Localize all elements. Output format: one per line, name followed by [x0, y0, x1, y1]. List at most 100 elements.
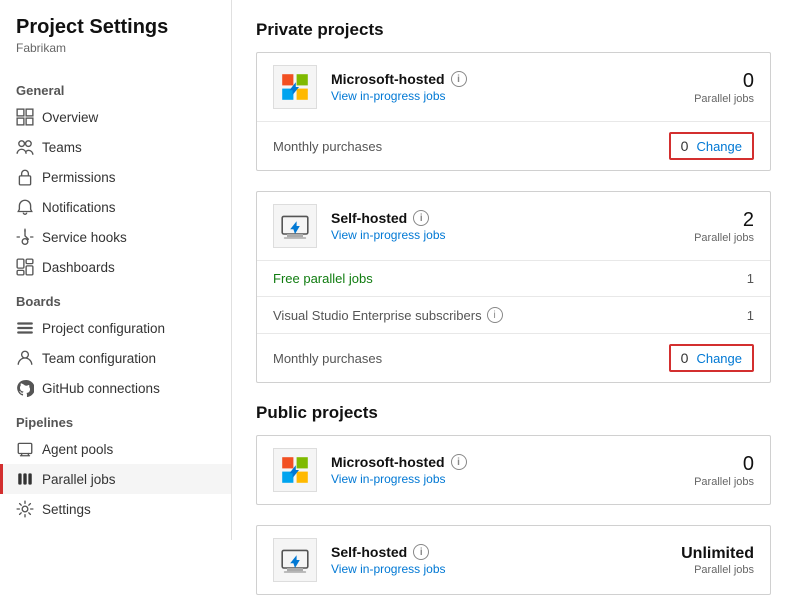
main-content: Private projects Microsoft-hosted i View… [232, 0, 795, 609]
sidebar-label-parallel-jobs: Parallel jobs [42, 472, 116, 487]
public-microsoft-stat: 0 Parallel jobs [654, 452, 754, 488]
public-self-info-icon[interactable]: i [413, 544, 429, 560]
sidebar-label-dashboards: Dashboards [42, 260, 115, 275]
private-self-free-label: Free parallel jobs [273, 271, 654, 286]
sidebar: Project Settings Fabrikam General Overvi… [0, 0, 232, 609]
sidebar-label-project-configuration: Project configuration [42, 321, 165, 336]
sidebar-item-dashboards[interactable]: Dashboards [0, 252, 231, 282]
private-self-free-row: Free parallel jobs 1 [257, 261, 770, 297]
public-microsoft-info-icon[interactable]: i [451, 454, 467, 470]
private-self-label: Parallel jobs [654, 232, 754, 244]
sidebar-item-github-connections[interactable]: GitHub connections [0, 373, 231, 403]
public-microsoft-count: 0 [654, 452, 754, 476]
sidebar-label-teams: Teams [42, 140, 82, 155]
private-microsoft-info: Microsoft-hosted i View in-progress jobs [331, 71, 654, 103]
private-self-change-group: 0 Change [669, 344, 754, 372]
vs-info-icon[interactable]: i [487, 307, 503, 323]
sidebar-label-settings: Settings [42, 502, 91, 517]
sidebar-item-overview[interactable]: Overview [0, 102, 231, 132]
private-self-stat: 2 Parallel jobs [654, 208, 754, 244]
public-microsoft-header-row: Microsoft-hosted i View in-progress jobs… [257, 436, 770, 504]
project-settings-subtitle: Fabrikam [0, 41, 231, 71]
private-microsoft-stat: 0 Parallel jobs [654, 69, 754, 105]
private-self-name: Self-hosted [331, 210, 407, 226]
sidebar-item-project-configuration[interactable]: Project configuration [0, 313, 231, 343]
private-microsoft-name: Microsoft-hosted [331, 71, 445, 87]
sidebar-label-overview: Overview [42, 110, 98, 125]
sidebar-item-permissions[interactable]: Permissions [0, 162, 231, 192]
private-microsoft-label: Parallel jobs [654, 93, 754, 105]
sidebar-item-agent-pools[interactable]: Agent pools [0, 434, 231, 464]
private-microsoft-icon [273, 65, 317, 109]
project-settings-title: Project Settings [0, 16, 231, 41]
public-self-card: Self-hosted i View in-progress jobs Unli… [256, 525, 771, 595]
sidebar-item-team-configuration[interactable]: Team configuration [0, 343, 231, 373]
private-microsoft-info-icon[interactable]: i [451, 71, 467, 87]
private-self-vs-label: Visual Studio Enterprise subscribers i [273, 307, 654, 323]
section-boards: Boards [0, 282, 231, 313]
private-self-info-icon[interactable]: i [413, 210, 429, 226]
private-self-count: 2 [654, 208, 754, 232]
teams-icon [16, 138, 34, 156]
private-self-vs-value: 1 [654, 308, 754, 323]
hook-icon [16, 228, 34, 246]
public-section-title: Public projects [256, 403, 771, 423]
sidebar-item-settings[interactable]: Settings [0, 494, 231, 524]
sidebar-label-permissions: Permissions [42, 170, 116, 185]
private-self-info: Self-hosted i View in-progress jobs [331, 210, 654, 242]
private-self-change-button[interactable]: Change [696, 351, 742, 366]
public-self-label: Parallel jobs [654, 564, 754, 576]
agent-icon [16, 440, 34, 458]
private-microsoft-monthly-label: Monthly purchases [273, 139, 669, 154]
lock-icon [16, 168, 34, 186]
sidebar-label-team-configuration: Team configuration [42, 351, 156, 366]
github-icon [16, 379, 34, 397]
sidebar-label-service-hooks: Service hooks [42, 230, 127, 245]
private-self-monthly-value: 0 [681, 350, 689, 366]
public-microsoft-card: Microsoft-hosted i View in-progress jobs… [256, 435, 771, 505]
bell-icon [16, 198, 34, 216]
private-microsoft-change-group: 0 Change [669, 132, 754, 160]
private-microsoft-header-row: Microsoft-hosted i View in-progress jobs… [257, 53, 770, 122]
private-self-monthly-row: Monthly purchases 0 Change [257, 334, 770, 382]
grid-icon [16, 108, 34, 126]
sidebar-label-agent-pools: Agent pools [42, 442, 113, 457]
section-pipelines: Pipelines [0, 403, 231, 434]
sidebar-item-teams[interactable]: Teams [0, 132, 231, 162]
sidebar-label-github-connections: GitHub connections [42, 381, 160, 396]
private-microsoft-change-button[interactable]: Change [696, 139, 742, 154]
settings-icon [16, 500, 34, 518]
private-self-view-link[interactable]: View in-progress jobs [331, 228, 446, 242]
private-microsoft-view-link[interactable]: View in-progress jobs [331, 89, 446, 103]
public-self-count: Unlimited [654, 544, 754, 563]
public-microsoft-name: Microsoft-hosted [331, 454, 445, 470]
private-microsoft-monthly-row: Monthly purchases 0 Change [257, 122, 770, 170]
public-microsoft-icon [273, 448, 317, 492]
public-self-name: Self-hosted [331, 544, 407, 560]
public-microsoft-view-link[interactable]: View in-progress jobs [331, 472, 446, 486]
private-microsoft-card: Microsoft-hosted i View in-progress jobs… [256, 52, 771, 171]
public-microsoft-info: Microsoft-hosted i View in-progress jobs [331, 454, 654, 486]
private-self-icon [273, 204, 317, 248]
config-icon [16, 319, 34, 337]
sidebar-item-notifications[interactable]: Notifications [0, 192, 231, 222]
public-self-view-link[interactable]: View in-progress jobs [331, 562, 446, 576]
sidebar-label-notifications: Notifications [42, 200, 116, 215]
private-section-title: Private projects [256, 20, 771, 40]
private-self-free-value: 1 [654, 271, 754, 286]
sidebar-item-parallel-jobs[interactable]: Parallel jobs [0, 464, 231, 494]
public-self-icon [273, 538, 317, 582]
private-self-header-row: Self-hosted i View in-progress jobs 2 Pa… [257, 192, 770, 261]
public-self-stat: Unlimited Parallel jobs [654, 544, 754, 575]
private-self-monthly-label: Monthly purchases [273, 351, 669, 366]
public-self-info: Self-hosted i View in-progress jobs [331, 544, 654, 576]
private-microsoft-count: 0 [654, 69, 754, 93]
private-microsoft-monthly-value: 0 [681, 138, 689, 154]
dashboard-icon [16, 258, 34, 276]
public-self-header-row: Self-hosted i View in-progress jobs Unli… [257, 526, 770, 594]
parallel-icon [16, 470, 34, 488]
private-self-vs-row: Visual Studio Enterprise subscribers i 1 [257, 297, 770, 334]
team-config-icon [16, 349, 34, 367]
sidebar-item-service-hooks[interactable]: Service hooks [0, 222, 231, 252]
public-microsoft-label: Parallel jobs [654, 476, 754, 488]
